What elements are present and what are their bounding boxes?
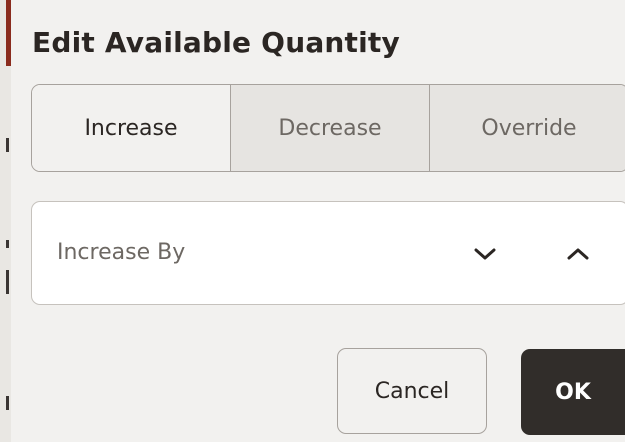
- mode-increase[interactable]: Increase: [32, 85, 230, 171]
- increase-by-placeholder: Increase By: [57, 240, 186, 265]
- decrement-button[interactable]: [465, 234, 505, 274]
- background-mark: [6, 270, 9, 294]
- mode-increase-label: Increase: [84, 115, 178, 141]
- mode-decrease[interactable]: Decrease: [230, 85, 429, 171]
- ok-button-label: OK: [555, 379, 591, 405]
- background-mark: [6, 240, 9, 248]
- mode-decrease-label: Decrease: [278, 115, 382, 141]
- dialog-title: Edit Available Quantity: [32, 26, 400, 59]
- mode-override-label: Override: [481, 115, 577, 141]
- mode-override[interactable]: Override: [429, 85, 625, 171]
- chevron-up-icon: [567, 248, 589, 260]
- adjustment-mode-selector: Increase Decrease Override: [31, 84, 625, 172]
- edit-quantity-dialog: Edit Available Quantity Increase Decreas…: [11, 0, 625, 442]
- cancel-button-label: Cancel: [374, 378, 450, 404]
- increase-by-field[interactable]: Increase By: [31, 201, 625, 305]
- background-mark: [6, 396, 9, 410]
- ok-button[interactable]: OK: [521, 349, 625, 435]
- background-mark: [6, 138, 9, 152]
- chevron-down-icon: [474, 248, 496, 260]
- increment-button[interactable]: [558, 234, 598, 274]
- cancel-button[interactable]: Cancel: [337, 348, 487, 434]
